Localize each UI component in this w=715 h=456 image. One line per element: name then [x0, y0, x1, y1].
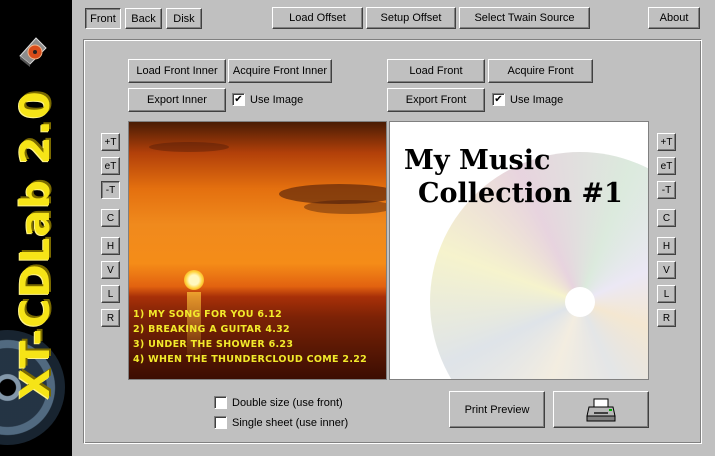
sidebar-logo: XT-CDLab 2.0 — [0, 0, 72, 456]
checkbox-label: Use Image — [510, 93, 564, 106]
right-text-add-button[interactable]: +T — [657, 133, 676, 151]
printer-icon — [586, 398, 616, 421]
acquire-front-button[interactable]: Acquire Front — [488, 59, 593, 83]
tab-back[interactable]: Back — [125, 8, 162, 29]
cd-hole — [565, 287, 595, 317]
print-button[interactable] — [553, 391, 649, 428]
cloud-shape — [149, 142, 229, 152]
acquire-front-inner-button[interactable]: Acquire Front Inner — [228, 59, 332, 83]
right-horizontal-button[interactable]: H — [657, 237, 676, 255]
cover-title-line2: Collection #1 — [418, 178, 623, 209]
checkbox-label: Single sheet (use inner) — [232, 416, 349, 429]
about-button[interactable]: About — [648, 7, 700, 29]
left-vertical-button[interactable]: V — [101, 261, 120, 279]
load-front-inner-button[interactable]: Load Front Inner — [128, 59, 226, 83]
right-center-button[interactable]: C — [657, 209, 676, 227]
track-item: 4) When the thundercloud come 2.22 — [133, 354, 368, 365]
checkbox-label: Double size (use front) — [232, 396, 343, 409]
right-text-remove-button[interactable]: -T — [657, 181, 676, 199]
left-text-remove-button[interactable]: -T — [101, 181, 120, 199]
track-item: 1) My song for you 6.12 — [133, 309, 283, 320]
right-right-button[interactable]: R — [657, 309, 676, 327]
cd-logo-icon — [19, 37, 47, 67]
front-cover-preview[interactable]: My Music Collection #1 — [389, 121, 649, 380]
print-preview-button[interactable]: Print Preview — [449, 391, 545, 428]
export-inner-button[interactable]: Export Inner — [128, 88, 226, 112]
track-item: 2) Breaking a guitar 4.32 — [133, 324, 290, 335]
left-center-button[interactable]: C — [101, 209, 120, 227]
right-left-button[interactable]: L — [657, 285, 676, 303]
app-brand: XT-CDLab 2.0 — [13, 90, 59, 400]
tab-front[interactable]: Front — [85, 8, 121, 29]
tab-disk[interactable]: Disk — [166, 8, 202, 29]
load-offset-button[interactable]: Load Offset — [272, 7, 363, 29]
left-right-button[interactable]: R — [101, 309, 120, 327]
cover-title: My Music Collection #1 — [404, 144, 644, 210]
checkbox-box[interactable] — [214, 416, 227, 429]
single-sheet-checkbox[interactable]: Single sheet (use inner) — [214, 416, 348, 429]
left-left-button[interactable]: L — [101, 285, 120, 303]
track-item: 3) Under the shower 6.23 — [133, 339, 294, 350]
select-twain-source-button[interactable]: Select Twain Source — [459, 7, 590, 29]
right-text-edit-button[interactable]: eT — [657, 157, 676, 175]
front-use-image-checkbox[interactable]: ✔ Use Image — [492, 93, 563, 106]
setup-offset-button[interactable]: Setup Offset — [366, 7, 456, 29]
cover-title-line1: My Music — [404, 145, 551, 176]
checkbox-label: Use Image — [250, 93, 304, 106]
double-size-checkbox[interactable]: Double size (use front) — [214, 396, 343, 409]
inner-use-image-checkbox[interactable]: ✔ Use Image — [232, 93, 303, 106]
export-front-button[interactable]: Export Front — [387, 88, 485, 112]
cloud-shape — [304, 200, 386, 214]
inner-cover-preview[interactable]: 1) My song for you 6.12 2) Breaking a gu… — [128, 121, 387, 380]
left-horizontal-button[interactable]: H — [101, 237, 120, 255]
checkbox-box[interactable] — [214, 396, 227, 409]
load-front-button[interactable]: Load Front — [387, 59, 485, 83]
sun-image — [184, 270, 204, 290]
checkbox-box[interactable]: ✔ — [492, 93, 505, 106]
track-list: 1) My song for you 6.12 2) Breaking a gu… — [133, 307, 385, 367]
checkbox-box[interactable]: ✔ — [232, 93, 245, 106]
left-text-add-button[interactable]: +T — [101, 133, 120, 151]
right-vertical-button[interactable]: V — [657, 261, 676, 279]
left-text-edit-button[interactable]: eT — [101, 157, 120, 175]
